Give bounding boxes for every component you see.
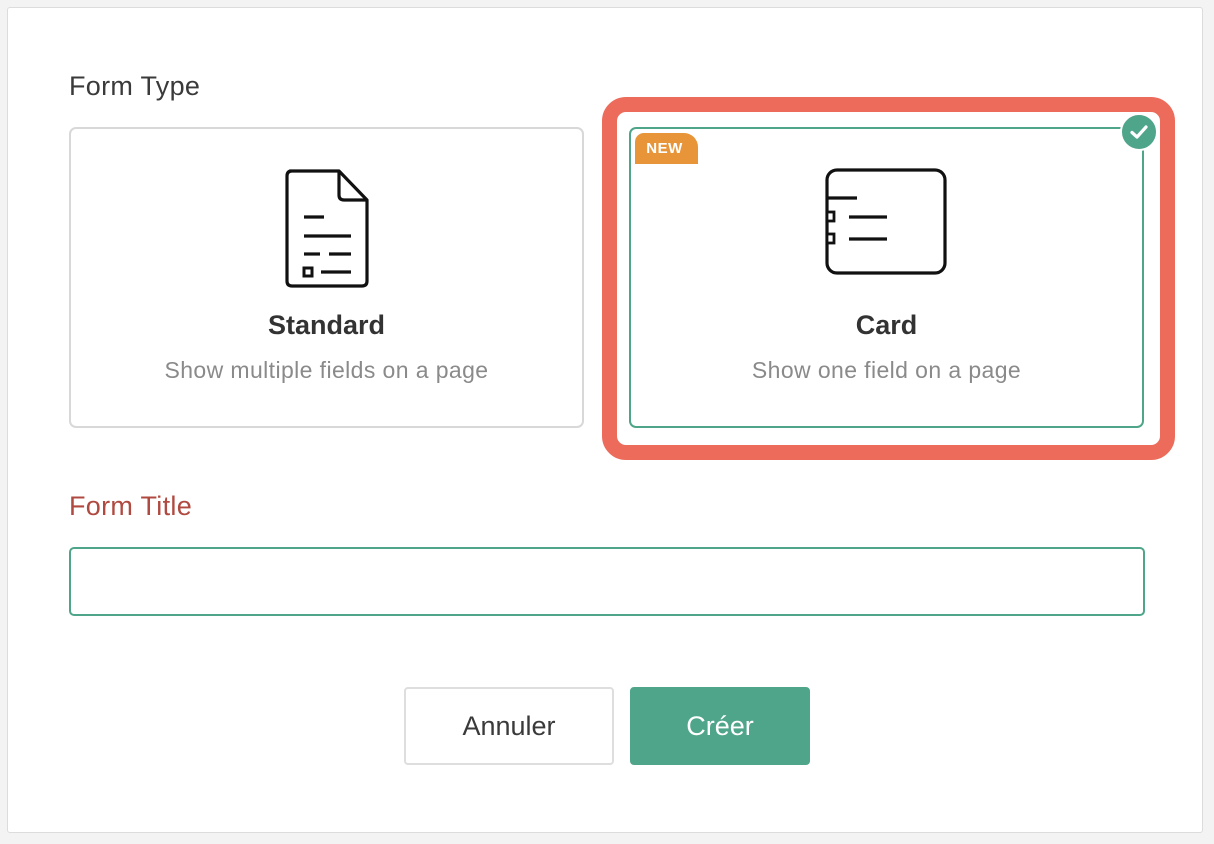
- form-type-label: Form Type: [69, 71, 201, 101]
- new-badge: NEW: [635, 133, 698, 164]
- cancel-button[interactable]: Annuler: [404, 687, 614, 765]
- form-title-label: Form Title: [69, 491, 193, 521]
- create-form-dialog: Form Type Standard Show multiple fields …: [7, 7, 1203, 833]
- standard-option-description: Show multiple fields on a page: [164, 357, 489, 383]
- card-layout-icon: [824, 168, 949, 281]
- card-option-title: Card: [855, 310, 918, 340]
- document-icon: [284, 168, 370, 295]
- selected-check-icon: [1120, 113, 1158, 151]
- card-option-description: Show one field on a page: [751, 357, 1022, 383]
- form-type-option-standard[interactable]: Standard Show multiple fields on a page: [69, 127, 584, 428]
- create-button[interactable]: Créer: [630, 687, 810, 765]
- form-type-option-card[interactable]: NEW Card Show one field on a page: [629, 113, 1158, 428]
- standard-option-title: Standard: [267, 310, 386, 340]
- form-title-input[interactable]: [69, 547, 1145, 616]
